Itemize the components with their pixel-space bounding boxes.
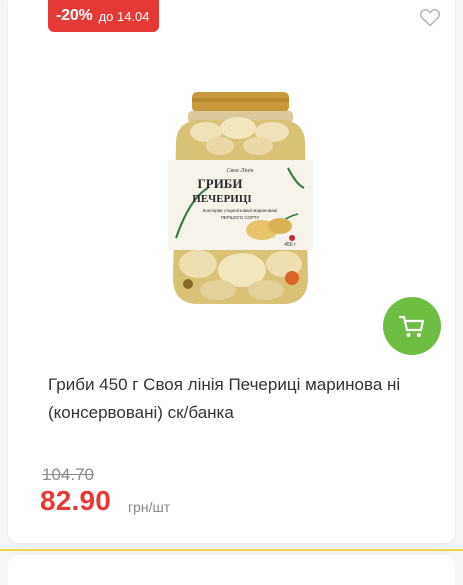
product-title[interactable]: Гриби 450 г Своя лінія Печериці маринова… [48,371,436,427]
mushroom-jar-image: Своя Лінія ГРИБИ ПЕЧЕРИЦІ Консерви стери… [168,92,313,304]
jar-label-line1: ГРИБИ [197,176,242,191]
product-card[interactable]: -20% до 14.04 Своя Лінія ГРИБИ ПЕЧЕРИЦІ … [8,0,455,543]
jar-label-weight: 450 г [284,242,296,248]
jar-label-desc2: ПЕРШОГО СОРТУ [221,215,260,220]
jar-label-brand: Своя Лінія [227,168,254,174]
cart-icon [398,315,425,337]
discount-badge: -20% до 14.04 [48,0,159,32]
add-to-cart-button[interactable] [383,297,441,355]
section-divider [0,549,463,551]
old-price: 104.70 [42,465,94,484]
current-price: 82.90 [40,485,112,516]
jar-label-line2: ПЕЧЕРИЦІ [192,193,251,205]
price-unit: грн/шт [128,499,171,515]
discount-percent: -20% [56,7,93,24]
next-product-card[interactable] [8,555,455,585]
jar-label-desc1: Консерви стерилізовані мариновані [203,208,277,213]
discount-valid-until: до 14.04 [98,8,150,24]
product-image[interactable]: Своя Лінія ГРИБИ ПЕЧЕРИЦІ Консерви стери… [168,88,313,312]
heart-outline-icon[interactable] [418,5,442,29]
